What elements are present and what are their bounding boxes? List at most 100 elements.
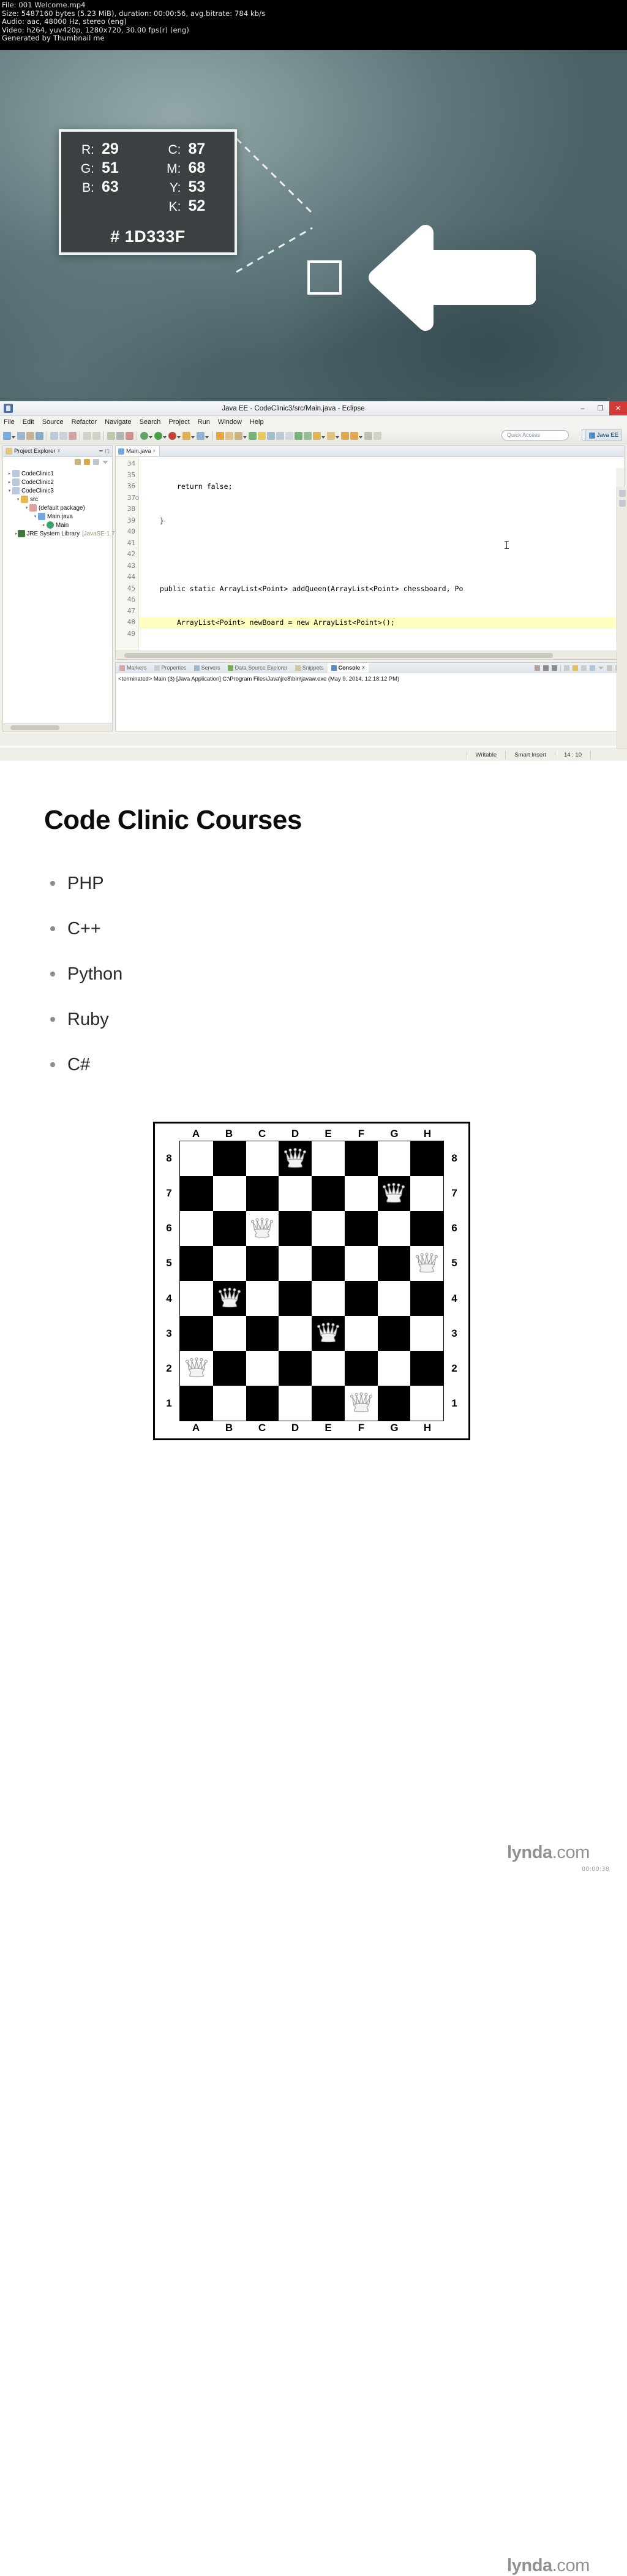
chess-square-e6[interactable]: [312, 1211, 345, 1246]
coverage-chevron-down-icon[interactable]: [205, 436, 209, 439]
tree-node-main-class[interactable]: ▸ Main: [6, 521, 112, 529]
chess-square-e3[interactable]: [312, 1316, 345, 1351]
scroll-lock-icon[interactable]: [573, 665, 578, 671]
tree-node-codeclinic2[interactable]: ▸ CodeClinic2: [6, 478, 112, 486]
chess-square-f2[interactable]: [344, 1351, 378, 1386]
chess-square-c1[interactable]: [246, 1386, 279, 1421]
tree-node-codeclinic1[interactable]: ▸ CodeClinic1: [6, 469, 112, 478]
chess-square-g4[interactable]: [377, 1281, 411, 1316]
menu-search[interactable]: Search: [140, 418, 161, 426]
chess-square-g5[interactable]: [377, 1246, 411, 1281]
tree-node-default-package[interactable]: ▾ (default package): [6, 504, 112, 512]
tab-properties[interactable]: Properties: [151, 663, 190, 673]
tab-project-explorer[interactable]: Project Explorer ☓: [3, 448, 61, 455]
annotation-chevron-down-icon[interactable]: [321, 436, 325, 439]
close-tab-icon[interactable]: ☓: [362, 665, 365, 671]
chess-square-f5[interactable]: [344, 1246, 378, 1281]
chess-square-c2[interactable]: [246, 1351, 279, 1386]
collapse-arrow-icon[interactable]: ▾: [24, 505, 29, 510]
code-editor[interactable]: 34 35 36 37 38 39 40 41 42 43 44 45 46 4…: [116, 457, 624, 651]
minimize-button[interactable]: –: [574, 401, 591, 415]
chess-square-h4[interactable]: [410, 1281, 443, 1316]
chess-square-e2[interactable]: [312, 1351, 345, 1386]
chess-square-e5[interactable]: [312, 1246, 345, 1281]
chess-square-c7[interactable]: [246, 1176, 279, 1211]
chess-square-a8[interactable]: [180, 1141, 213, 1176]
tab-main-java[interactable]: Main.java ☓: [116, 446, 160, 456]
open-type-icon[interactable]: [249, 431, 257, 440]
expand-arrow-icon[interactable]: ▸: [15, 531, 18, 536]
clear-console-icon[interactable]: [564, 665, 569, 671]
debug-chevron-down-icon[interactable]: [149, 436, 152, 439]
minimize-view-icon[interactable]: ━: [99, 448, 102, 455]
chess-square-g7[interactable]: [377, 1176, 411, 1211]
show-whitespace-icon[interactable]: [285, 431, 293, 440]
chess-square-f7[interactable]: [344, 1176, 378, 1211]
chess-square-c8[interactable]: [246, 1141, 279, 1176]
chess-square-d7[interactable]: [279, 1176, 312, 1211]
expand-arrow-icon[interactable]: ▸: [41, 523, 47, 527]
pencil-icon[interactable]: [50, 431, 58, 440]
chess-square-g1[interactable]: [377, 1386, 411, 1421]
print-icon[interactable]: [36, 431, 43, 440]
link-with-editor-icon[interactable]: [84, 459, 90, 465]
chess-square-d2[interactable]: [279, 1351, 312, 1386]
run-chevron-down-icon[interactable]: [163, 436, 167, 439]
chess-square-b4[interactable]: [212, 1281, 246, 1316]
menu-source[interactable]: Source: [42, 418, 64, 426]
chess-square-c3[interactable]: [246, 1316, 279, 1351]
expand-arrow-icon[interactable]: ▸: [7, 471, 12, 476]
tree-node-codeclinic3[interactable]: ▾ CodeClinic3: [6, 486, 112, 495]
chess-square-a4[interactable]: [180, 1281, 213, 1316]
tree-node-src[interactable]: ▾ src: [6, 495, 112, 504]
chess-square-b1[interactable]: [212, 1386, 246, 1421]
resume-icon[interactable]: [107, 431, 115, 440]
navigate-chevron-down-icon[interactable]: [359, 436, 362, 439]
chess-square-e4[interactable]: [312, 1281, 345, 1316]
last-edit-chevron-down-icon[interactable]: [336, 436, 339, 439]
chess-square-a3[interactable]: [180, 1316, 213, 1351]
menu-refactor[interactable]: Refactor: [72, 418, 97, 426]
menu-help[interactable]: Help: [250, 418, 264, 426]
display-console-icon[interactable]: [590, 665, 595, 671]
menu-navigate[interactable]: Navigate: [105, 418, 131, 426]
tab-data-source-explorer[interactable]: Data Source Explorer: [224, 663, 291, 673]
chess-square-f1[interactable]: [344, 1386, 378, 1421]
chess-square-c5[interactable]: [246, 1246, 279, 1281]
chess-square-g3[interactable]: [377, 1316, 411, 1351]
remove-launch-icon[interactable]: [543, 665, 549, 671]
outline-icon[interactable]: [59, 431, 67, 440]
chess-square-d5[interactable]: [279, 1246, 312, 1281]
new-java-chevron-down-icon[interactable]: [243, 436, 247, 439]
chevron-down-icon[interactable]: [598, 667, 604, 670]
restore-button[interactable]: ❐: [591, 401, 609, 415]
new-java-project-icon[interactable]: [235, 431, 242, 440]
collapse-arrow-icon[interactable]: ▾: [7, 488, 12, 493]
chess-square-a5[interactable]: [180, 1246, 213, 1281]
menu-project[interactable]: Project: [168, 418, 189, 426]
pin-console-icon[interactable]: [581, 665, 587, 671]
toggle-mark-occurrences-icon[interactable]: [276, 431, 284, 440]
undo-icon[interactable]: [83, 431, 91, 440]
next-annotation-icon[interactable]: [304, 431, 312, 440]
chess-square-a2[interactable]: [180, 1351, 213, 1386]
menu-run[interactable]: Run: [198, 418, 210, 426]
chess-square-e7[interactable]: [312, 1176, 345, 1211]
chess-square-h5[interactable]: [410, 1246, 443, 1281]
terminate-icon[interactable]: [535, 665, 540, 671]
chess-square-f4[interactable]: [344, 1281, 378, 1316]
run-history-chevron-down-icon[interactable]: [177, 436, 181, 439]
chevron-down-icon[interactable]: [102, 461, 108, 464]
new-wizard-icon[interactable]: [3, 431, 11, 440]
chess-square-d8[interactable]: [279, 1141, 312, 1176]
chess-square-b5[interactable]: [212, 1246, 246, 1281]
chess-square-f6[interactable]: [344, 1211, 378, 1246]
new-package-icon[interactable]: [216, 431, 224, 440]
expand-arrow-icon[interactable]: ▸: [7, 480, 12, 485]
menu-file[interactable]: File: [4, 418, 15, 426]
toggle-breakpoint-icon[interactable]: [267, 431, 275, 440]
search-type-icon[interactable]: [258, 431, 266, 440]
chess-square-b3[interactable]: [212, 1316, 246, 1351]
debug-icon[interactable]: [140, 431, 148, 440]
run-history-icon[interactable]: [168, 431, 176, 440]
